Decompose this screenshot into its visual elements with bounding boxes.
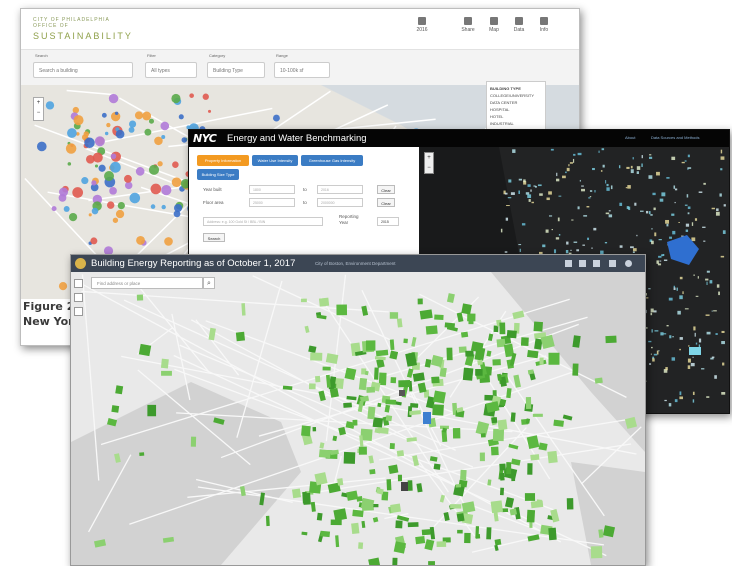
nyc-logo: NYC bbox=[193, 132, 217, 145]
share-icon bbox=[464, 17, 472, 25]
reporting-year-select[interactable]: 2015 bbox=[377, 217, 399, 226]
city-seal-icon bbox=[75, 258, 86, 269]
boston-map[interactable] bbox=[71, 272, 645, 565]
sustainability-logo: SUSTAINABILITY bbox=[33, 31, 133, 41]
info-icon bbox=[540, 17, 548, 25]
floor-area-clear-button[interactable]: Clear bbox=[377, 198, 395, 207]
share-tool-button[interactable]: Share bbox=[457, 17, 479, 33]
map-tool-button[interactable]: Map bbox=[483, 17, 505, 33]
filter-label-filter: Filter bbox=[147, 53, 156, 58]
calendar-icon bbox=[418, 17, 426, 25]
legend-item[interactable]: HOTEL bbox=[490, 113, 542, 120]
filter-label-search: Search bbox=[35, 53, 48, 58]
nyc-title: Energy and Water Benchmarking bbox=[227, 133, 367, 144]
reporting-year-label: Reporting Year bbox=[339, 214, 359, 225]
zoom-out-button[interactable] bbox=[74, 293, 83, 302]
range-select[interactable]: 10-100k sf bbox=[274, 62, 330, 78]
home-extent-button[interactable] bbox=[74, 307, 83, 316]
tab-water-use[interactable]: Water Use Intensity bbox=[252, 155, 298, 166]
boston-title: Building Energy Reporting as of October … bbox=[91, 258, 296, 269]
nyc-zoom-control[interactable]: + − bbox=[424, 152, 434, 174]
table-icon bbox=[515, 17, 523, 25]
year-built-clear-button[interactable]: Clear bbox=[377, 185, 395, 194]
map-pin-icon bbox=[490, 17, 498, 25]
year-tool-button[interactable]: 2016 bbox=[411, 17, 433, 33]
floor-area-label: Floor area bbox=[203, 200, 224, 205]
nyc-search-button[interactable]: Search bbox=[203, 233, 225, 242]
legend-item[interactable]: HOSPITAL bbox=[490, 106, 542, 113]
boston-map-canvas bbox=[71, 272, 645, 565]
boston-energy-window: Building Energy Reporting as of October … bbox=[70, 254, 646, 566]
data-sources-link[interactable]: Data Sources and Methods bbox=[651, 135, 699, 140]
data-tool-button[interactable]: Data bbox=[508, 17, 530, 33]
building-search-input[interactable]: Search a building bbox=[33, 62, 133, 78]
zoom-control[interactable]: + − bbox=[33, 97, 44, 121]
floor-area-from[interactable]: 25000 bbox=[249, 198, 295, 207]
boston-subtitle: City of Boston, Environment Department bbox=[315, 261, 396, 266]
address-search-input[interactable]: Address: e.g. 100 Gold St / BBL / BIN bbox=[203, 217, 323, 226]
year-built-label: Year built bbox=[203, 187, 222, 192]
list-icon[interactable] bbox=[579, 260, 586, 267]
year-built-to[interactable]: 2016 bbox=[317, 185, 363, 194]
year-built-from[interactable]: 1800 bbox=[249, 185, 295, 194]
grid-icon[interactable] bbox=[593, 260, 600, 267]
boston-header: Building Energy Reporting as of October … bbox=[71, 255, 645, 272]
info-icon[interactable] bbox=[625, 260, 632, 267]
search-icon[interactable]: ⌕ bbox=[203, 277, 215, 289]
tab-greenhouse-gas[interactable]: Greenhouse Gas Intensity bbox=[301, 155, 363, 166]
zoom-in-button[interactable] bbox=[74, 279, 83, 288]
floor-area-to[interactable]: 2000000 bbox=[317, 198, 363, 207]
tab-property-information[interactable]: Property Information bbox=[197, 155, 249, 166]
type-select[interactable]: All types bbox=[145, 62, 197, 78]
about-link[interactable]: About bbox=[625, 135, 635, 140]
info-tool-button[interactable]: Info bbox=[533, 17, 555, 33]
filter-label-category: Category bbox=[209, 53, 226, 58]
nyc-header: NYC Energy and Water Benchmarking About … bbox=[189, 130, 729, 147]
sustainability-header: CITY OF PHILADELPHIA OFFICE OF SUSTAINAB… bbox=[21, 9, 579, 49]
address-search-input[interactable]: Find address or place bbox=[91, 277, 203, 289]
layers-icon[interactable] bbox=[609, 260, 616, 267]
legend-title: BUILDING TYPE bbox=[490, 86, 521, 91]
logo-small-line2: OFFICE OF bbox=[33, 23, 69, 29]
nyc-filter-panel: Property Information Water Use Intensity… bbox=[189, 147, 419, 257]
home-icon[interactable] bbox=[565, 260, 572, 267]
legend-item[interactable]: COLLEGE/UNIVERSITY bbox=[490, 92, 542, 99]
filter-label-range: Range bbox=[276, 53, 288, 58]
legend-item[interactable]: INDUSTRIAL bbox=[490, 120, 542, 127]
tab-building-size[interactable]: Building Size Type bbox=[197, 169, 239, 180]
legend-item[interactable]: DATA CENTER bbox=[490, 99, 542, 106]
category-select[interactable]: Building Type bbox=[207, 62, 265, 78]
